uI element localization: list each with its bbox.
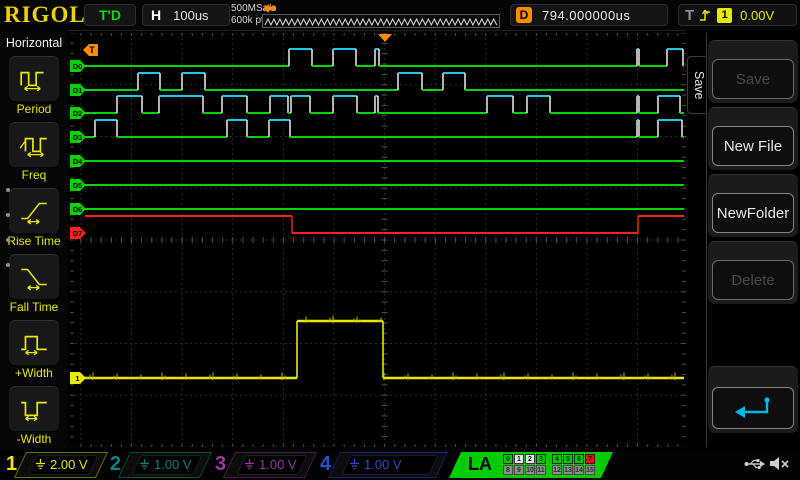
menu-item-minus-width[interactable]: -Width — [0, 386, 68, 450]
timebase-value: 100us — [173, 8, 208, 23]
usb-icon — [744, 456, 766, 472]
delay-badge: D — [516, 7, 532, 23]
menu-item-period[interactable]: Period — [0, 56, 68, 120]
right-soft-menu: Save Save New File NewFolder Delete — [686, 30, 800, 450]
back-button[interactable] — [708, 366, 798, 433]
oscilloscope-screen: RIGOL T'D H 100us 500MSa/s 600k pts D 79… — [0, 0, 800, 480]
trigger-settings-box[interactable]: T 1 0.00V — [678, 4, 797, 26]
la-digit-0: 0 — [503, 454, 513, 464]
la-digit-12: 12 — [552, 465, 562, 475]
la-digit-6: 6 — [574, 454, 584, 464]
page-dot — [6, 238, 10, 242]
rigol-logo: RIGOL — [4, 2, 86, 28]
page-dot — [6, 263, 10, 267]
fall-time-icon — [18, 263, 50, 291]
la-digit-8: 8 — [503, 465, 513, 475]
trigger-source-badge: 1 — [717, 8, 732, 23]
svg-text:D6: D6 — [73, 205, 83, 214]
memory-waveform-zigzag — [263, 16, 499, 28]
plus-width-icon — [18, 329, 50, 357]
page-dot — [6, 213, 10, 217]
page-dot — [6, 188, 10, 192]
channel4-status[interactable]: 4 1.00 V — [316, 452, 442, 478]
menu-divider — [706, 33, 707, 447]
return-arrow-icon — [731, 395, 775, 421]
svg-text:D5: D5 — [73, 181, 83, 190]
svg-text:D0: D0 — [73, 62, 83, 71]
la-digit-7: 7 — [585, 454, 595, 464]
la-digit-10: 10 — [525, 465, 535, 475]
svg-text:D3: D3 — [73, 133, 83, 142]
la-digit-13: 13 — [563, 465, 573, 475]
coupling-icon — [349, 458, 360, 470]
save-button[interactable]: Save — [708, 40, 798, 103]
la-digit-grid: 0123456789101112131415 — [503, 454, 596, 476]
menu-item-plus-width[interactable]: +Width — [0, 320, 68, 384]
save-menu-tab: Save — [687, 56, 706, 114]
waveform-display-area[interactable]: D0 D1 D2 D3 D4 D5 D6 D7 1 T — [70, 33, 686, 447]
left-menu-title: Horizontal — [0, 36, 68, 50]
bottom-channel-bar: 1 2.00 V 2 1.00 V 3 1.00 V — [0, 450, 800, 480]
la-digit-9: 9 — [514, 465, 524, 475]
speaker-mute-icon — [768, 454, 792, 474]
la-digit-11: 11 — [536, 465, 546, 475]
rise-time-icon — [18, 197, 50, 225]
la-digit-5: 5 — [563, 454, 573, 464]
coupling-icon — [35, 458, 46, 470]
la-digit-4: 4 — [552, 454, 562, 464]
trigger-level-value: 0.00V — [740, 8, 774, 23]
freq-icon — [18, 131, 50, 159]
trigger-status-text: T'D — [99, 7, 121, 23]
svg-text:D2: D2 — [73, 109, 83, 118]
period-icon — [18, 65, 50, 93]
la-digit-15: 15 — [585, 465, 595, 475]
svg-text:T: T — [89, 45, 95, 55]
la-label: LA — [468, 454, 492, 475]
menu-item-fall-time[interactable]: Fall Time — [0, 254, 68, 318]
horizontal-timebase-box[interactable]: H 100us — [142, 4, 230, 26]
svg-text:D4: D4 — [73, 157, 83, 166]
la-digit-1: 1 — [514, 454, 524, 464]
svg-text:D1: D1 — [73, 86, 83, 95]
channel1-status[interactable]: 1 2.00 V — [2, 452, 102, 478]
channel3-status[interactable]: 3 1.00 V — [211, 452, 311, 478]
coupling-icon — [244, 458, 255, 470]
coupling-icon — [139, 458, 150, 470]
minus-width-icon — [18, 395, 50, 423]
menu-item-rise-time[interactable]: Rise Time — [0, 188, 68, 252]
svg-text:1: 1 — [75, 374, 79, 383]
svg-text:D7: D7 — [73, 229, 83, 238]
rising-edge-icon — [698, 7, 712, 23]
menu-item-freq[interactable]: Freq — [0, 122, 68, 186]
new-folder-button[interactable]: NewFolder — [708, 174, 798, 237]
new-file-button[interactable]: New File — [708, 107, 798, 170]
la-digit-2: 2 — [525, 454, 535, 464]
top-status-bar: RIGOL T'D H 100us 500MSa/s 600k pts D 79… — [0, 0, 800, 31]
trigger-status-badge: T'D — [84, 4, 136, 26]
la-digit-14: 14 — [574, 465, 584, 475]
trigger-label: T — [685, 7, 694, 24]
delete-button[interactable]: Delete — [708, 241, 798, 304]
horizontal-label: H — [151, 7, 161, 23]
channel2-status[interactable]: 2 1.00 V — [106, 452, 206, 478]
la-digit-3: 3 — [536, 454, 546, 464]
trigger-delay-box[interactable]: D 794.000000us — [510, 4, 668, 26]
left-measure-menu: Horizontal Period Freq Rise Time — [0, 30, 68, 450]
memory-waveform-strip[interactable] — [262, 14, 500, 28]
logic-analyzer-status[interactable]: LA 0123456789101112131415 — [455, 452, 607, 478]
delay-value: 794.000000us — [542, 8, 630, 23]
